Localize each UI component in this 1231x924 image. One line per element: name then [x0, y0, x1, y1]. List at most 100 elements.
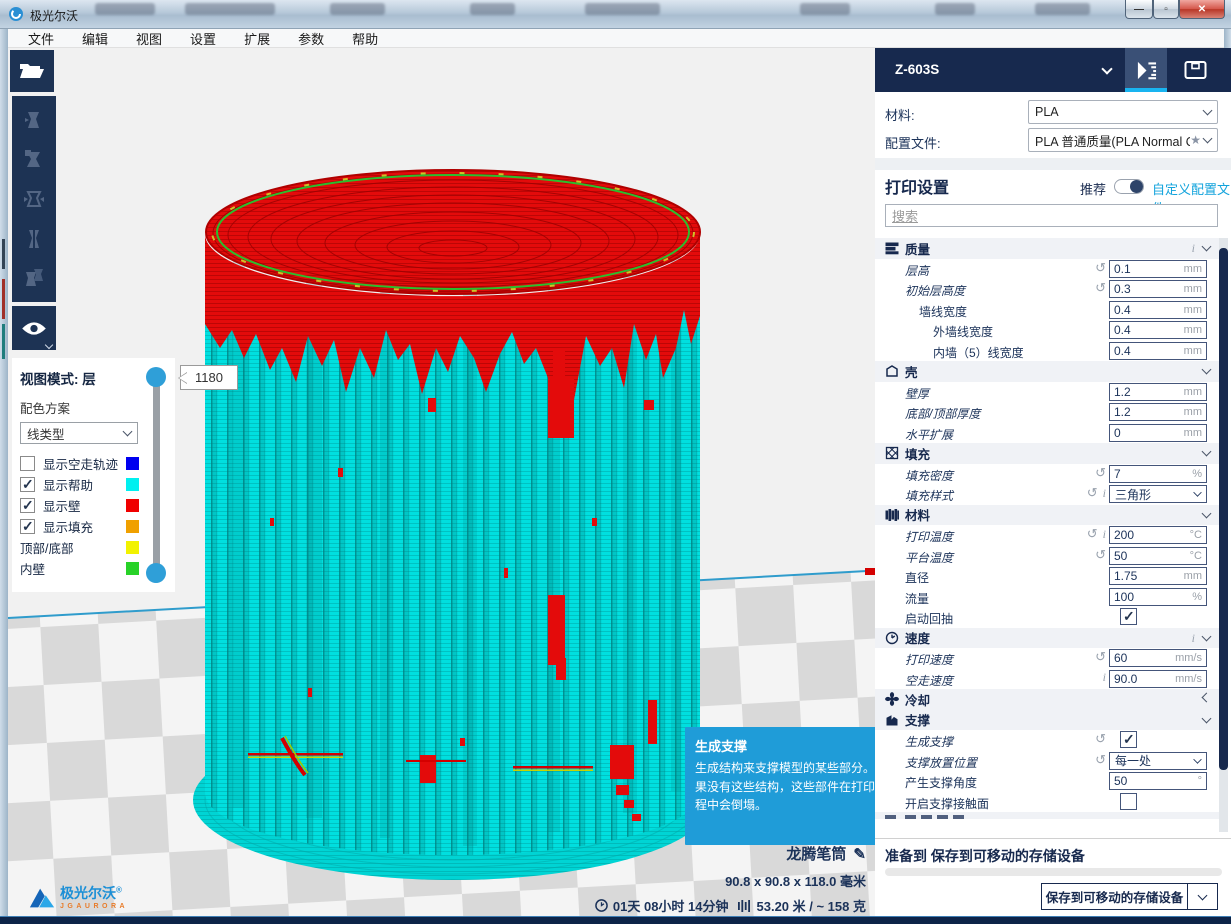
- legend-checkbox[interactable]: [20, 498, 35, 513]
- section-header-quality[interactable]: 质量i: [875, 238, 1220, 259]
- menu-item-3[interactable]: 设置: [178, 29, 228, 48]
- cooling-icon: [885, 692, 899, 706]
- setting-row-shell-1: 底部/顶部厚度1.2mm: [875, 402, 1220, 423]
- setting-row-material-0: 打印温度↺i200°C: [875, 525, 1220, 546]
- info-icon[interactable]: i: [1192, 632, 1195, 644]
- setting-input[interactable]: 90.0mm/s: [1109, 670, 1207, 688]
- setting-row-speed-0: 打印速度↺60mm/s: [875, 648, 1220, 669]
- menu-item-0[interactable]: 文件: [16, 29, 66, 48]
- close-button[interactable]: ✕: [1179, 0, 1225, 19]
- menu-item-5[interactable]: 参数: [286, 29, 336, 48]
- setting-input[interactable]: 50°C: [1109, 547, 1207, 565]
- setting-dropdown[interactable]: 每一处: [1109, 752, 1207, 770]
- section-header-cooling[interactable]: 冷却: [875, 689, 1220, 710]
- menu-item-4[interactable]: 扩展: [232, 29, 282, 48]
- title-bar[interactable]: 极光尔沃 — ▫ ✕: [0, 0, 1231, 29]
- open-folder-icon: [19, 61, 45, 81]
- setting-checkbox[interactable]: [1120, 731, 1137, 748]
- tab-prepare-slice[interactable]: [1125, 48, 1167, 92]
- printer-icon: [1183, 59, 1208, 81]
- setting-row-speed-1: 空走速度i90.0mm/s: [875, 669, 1220, 690]
- setting-input[interactable]: 100%: [1109, 588, 1207, 606]
- revert-icon[interactable]: ↺: [1095, 732, 1106, 745]
- mirror-tool-icon[interactable]: [22, 227, 46, 251]
- legend-checkbox[interactable]: [20, 519, 35, 534]
- settings-scrollbar[interactable]: [1219, 238, 1228, 832]
- save-options-dropdown[interactable]: [1187, 883, 1218, 910]
- legend-item-4: 顶部/底部: [20, 537, 167, 558]
- 3d-viewport[interactable]: 视图模式: 层 配色方案 线类型 显示空走轨迹显示帮助显示壁显示填充顶部/底部内…: [8, 48, 875, 916]
- section-header-material[interactable]: 材料: [875, 505, 1220, 526]
- minimize-button[interactable]: —: [1125, 0, 1153, 19]
- setting-input[interactable]: 0.4mm: [1109, 301, 1207, 319]
- menu-item-6[interactable]: 帮助: [340, 29, 390, 48]
- section-header-shell[interactable]: 壳: [875, 361, 1220, 382]
- revert-icon[interactable]: ↺: [1095, 548, 1106, 561]
- menu-item-2[interactable]: 视图: [124, 29, 174, 48]
- machine-name: Z-603S: [895, 62, 939, 77]
- setting-input[interactable]: 0.4mm: [1109, 321, 1207, 339]
- layer-slider-lower-handle[interactable]: [146, 563, 166, 583]
- legend-item-2: 显示壁: [20, 495, 167, 516]
- setting-input[interactable]: 1.2mm: [1109, 383, 1207, 401]
- rotate-tool-icon[interactable]: [22, 187, 46, 211]
- info-icon[interactable]: i: [1103, 528, 1106, 540]
- maximize-button[interactable]: ▫: [1153, 0, 1179, 19]
- menu-item-1[interactable]: 编辑: [70, 29, 120, 48]
- settings-search-input[interactable]: 搜索: [885, 204, 1218, 227]
- setting-input[interactable]: 1.75mm: [1109, 567, 1207, 585]
- setting-input[interactable]: 0.4mm: [1109, 342, 1207, 360]
- scrollbar-thumb[interactable]: [1219, 248, 1228, 770]
- layer-value-tooltip: 1180: [180, 365, 238, 390]
- revert-icon[interactable]: ↺: [1095, 753, 1106, 766]
- setting-input[interactable]: 50°: [1109, 772, 1207, 790]
- setting-input[interactable]: 0mm: [1109, 424, 1207, 442]
- revert-icon[interactable]: ↺: [1095, 650, 1106, 663]
- section-header-speed[interactable]: 速度i: [875, 628, 1220, 649]
- setting-row-quality-4: 内墙（5）线宽度0.4mm: [875, 341, 1220, 362]
- legend-item-5: 内壁: [20, 558, 167, 579]
- setting-row-quality-1: 初始层高度↺0.3mm: [875, 279, 1220, 300]
- save-to-removable-button[interactable]: 保存到可移动的存储设备: [1041, 883, 1188, 910]
- info-icon[interactable]: i: [1103, 671, 1106, 683]
- layer-slider-upper-handle[interactable]: [146, 367, 166, 387]
- edit-name-icon[interactable]: ✎: [853, 845, 866, 863]
- layer-slider-track[interactable]: [153, 375, 160, 573]
- setting-row-support-0: 生成支撑↺: [875, 730, 1220, 751]
- setting-input[interactable]: 7%: [1109, 465, 1207, 483]
- machine-selector[interactable]: Z-603S: [875, 48, 1231, 92]
- setting-input[interactable]: 0.3mm: [1109, 280, 1207, 298]
- setting-input[interactable]: 0.1mm: [1109, 260, 1207, 278]
- revert-icon[interactable]: ↺: [1095, 466, 1106, 479]
- info-icon[interactable]: i: [1192, 242, 1195, 254]
- setting-checkbox[interactable]: [1120, 793, 1137, 810]
- color-scheme-dropdown[interactable]: 线类型: [20, 422, 138, 444]
- setting-checkbox[interactable]: [1120, 608, 1137, 625]
- legend-checkbox[interactable]: [20, 456, 35, 471]
- profile-dropdown[interactable]: PLA 普通质量(PLA Normal Qua ★: [1028, 128, 1218, 152]
- revert-icon[interactable]: ↺: [1095, 281, 1106, 294]
- clock-icon: [595, 899, 608, 912]
- setting-input[interactable]: 1.2mm: [1109, 403, 1207, 421]
- setting-dropdown[interactable]: 三角形: [1109, 485, 1207, 503]
- section-header-infill[interactable]: 填充: [875, 443, 1220, 464]
- scale-tool-icon[interactable]: [22, 147, 46, 171]
- filament-icon: [738, 900, 752, 912]
- revert-icon[interactable]: ↺: [1087, 527, 1098, 540]
- setting-input[interactable]: 200°C: [1109, 526, 1207, 544]
- window-border-bottom: [0, 916, 1231, 924]
- info-icon[interactable]: i: [1103, 487, 1106, 499]
- material-dropdown[interactable]: PLA: [1028, 100, 1218, 124]
- recommended-custom-toggle[interactable]: [1114, 179, 1144, 194]
- setting-input[interactable]: 60mm/s: [1109, 649, 1207, 667]
- move-tool-icon[interactable]: [22, 108, 46, 132]
- per-model-tool-icon[interactable]: [22, 266, 46, 290]
- view-mode-button[interactable]: [12, 306, 56, 350]
- tab-monitor[interactable]: [1171, 48, 1219, 92]
- revert-icon[interactable]: ↺: [1087, 486, 1098, 499]
- open-file-button[interactable]: [10, 50, 54, 92]
- legend-checkbox[interactable]: [20, 477, 35, 492]
- setting-row-material-3: 流量100%: [875, 587, 1220, 608]
- section-header-support[interactable]: 支撑: [875, 710, 1220, 731]
- revert-icon[interactable]: ↺: [1095, 261, 1106, 274]
